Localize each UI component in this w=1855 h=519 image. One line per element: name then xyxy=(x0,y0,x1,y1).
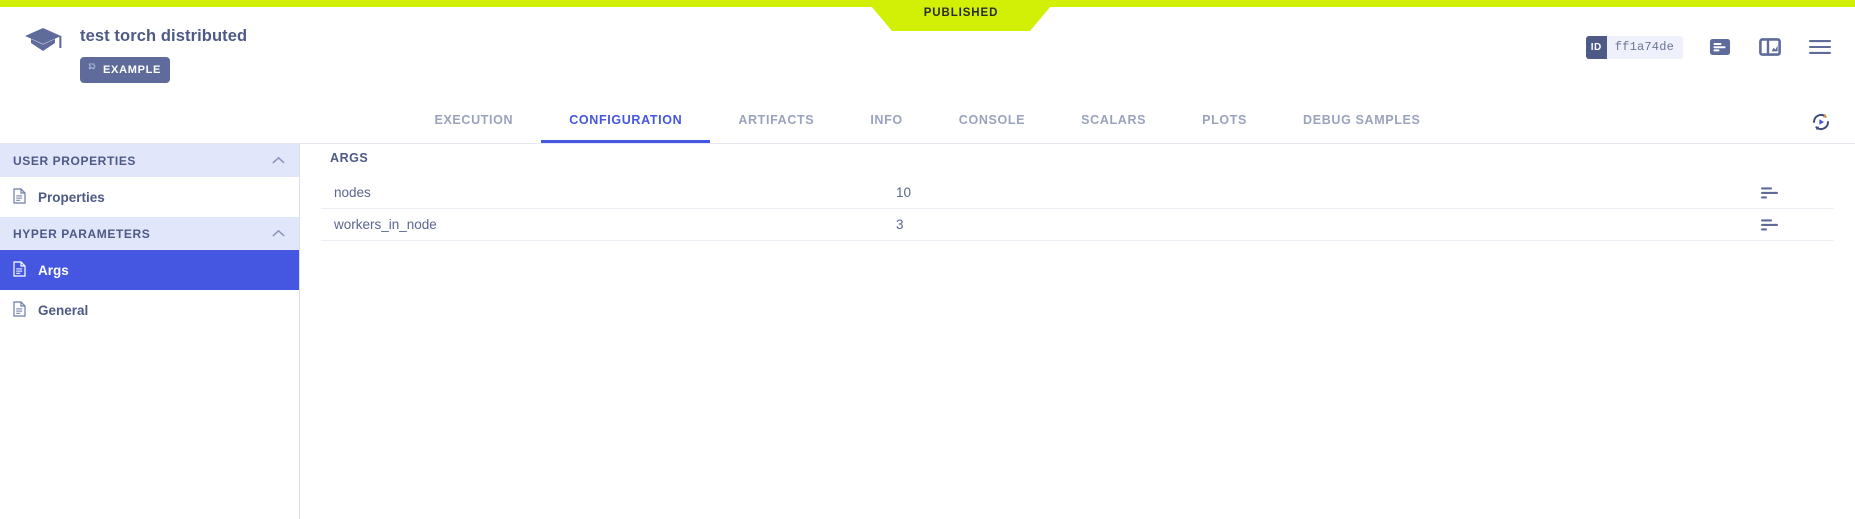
section-header-user-properties[interactable]: USER PROPERTIES xyxy=(0,144,299,177)
section-header-hyper-parameters[interactable]: HYPER PARAMETERS xyxy=(0,217,299,250)
tab-debug-samples[interactable]: DEBUG SAMPLES xyxy=(1275,100,1449,143)
chevron-up-icon[interactable] xyxy=(272,225,285,243)
tab-console[interactable]: CONSOLE xyxy=(931,100,1053,143)
task-id-tag: ID xyxy=(1585,35,1607,59)
sidebar-item-args[interactable]: Args xyxy=(0,250,299,290)
configuration-main-panel: ARGS nodes 10 workers_in_node 3 xyxy=(301,144,1855,519)
brand-block: test torch distributed EXAMPLE xyxy=(22,21,247,83)
tab-configuration[interactable]: CONFIGURATION xyxy=(541,100,711,143)
graduation-cap-icon xyxy=(22,21,64,63)
tab-list: EXECUTION CONFIGURATION ARTIFACTS INFO C… xyxy=(0,100,1855,143)
puzzle-piece-icon xyxy=(87,61,98,79)
page-header: test torch distributed EXAMPLE ID ff1a74… xyxy=(0,7,1855,100)
section-title-user-properties: USER PROPERTIES xyxy=(13,153,137,168)
task-id-value: ff1a74de xyxy=(1614,40,1674,54)
tab-info[interactable]: INFO xyxy=(842,100,930,143)
tab-artifacts[interactable]: ARTIFACTS xyxy=(710,100,842,143)
document-icon xyxy=(13,300,26,320)
tab-scalars[interactable]: SCALARS xyxy=(1053,100,1174,143)
sidebar-item-general-label: General xyxy=(38,302,89,318)
sidebar-item-properties-label: Properties xyxy=(38,189,105,205)
table-row[interactable]: workers_in_node 3 xyxy=(321,209,1834,241)
tab-bar: EXECUTION CONFIGURATION ARTIFACTS INFO C… xyxy=(0,100,1855,144)
sidebar-item-general[interactable]: General xyxy=(0,290,299,330)
log-panel-icon[interactable] xyxy=(1707,35,1733,59)
arg-value: 3 xyxy=(896,217,904,232)
chevron-up-icon[interactable] xyxy=(272,152,285,170)
section-title-hyper-parameters: HYPER PARAMETERS xyxy=(13,226,151,241)
args-section-title: ARGS xyxy=(330,151,369,165)
plot-panel-icon[interactable] xyxy=(1757,35,1783,59)
bar-list-icon[interactable] xyxy=(1754,218,1834,232)
tab-execution[interactable]: EXECUTION xyxy=(406,100,541,143)
task-id-chip[interactable]: ID ff1a74de xyxy=(1585,35,1683,59)
configuration-sidebar: USER PROPERTIES Properties HYPER PARAMET… xyxy=(0,144,300,519)
sidebar-item-args-label: Args xyxy=(38,262,69,278)
sidebar-item-properties[interactable]: Properties xyxy=(0,177,299,217)
title-column: test torch distributed EXAMPLE xyxy=(80,21,247,83)
example-badge[interactable]: EXAMPLE xyxy=(80,57,171,83)
table-row[interactable]: nodes 10 xyxy=(321,177,1834,209)
arg-key: nodes xyxy=(334,185,371,200)
example-badge-label: EXAMPLE xyxy=(103,64,162,76)
arg-key: workers_in_node xyxy=(334,217,437,232)
auto-refresh-icon[interactable] xyxy=(1809,110,1833,134)
tab-plots[interactable]: PLOTS xyxy=(1174,100,1275,143)
document-icon xyxy=(13,187,26,207)
header-actions: ID ff1a74de xyxy=(1585,35,1833,59)
document-icon xyxy=(13,260,26,280)
page-title: test torch distributed xyxy=(80,27,248,45)
arg-value: 10 xyxy=(896,185,912,200)
args-table: nodes 10 workers_in_node 3 xyxy=(321,177,1834,241)
bar-list-icon[interactable] xyxy=(1754,186,1834,200)
hamburger-menu-icon[interactable] xyxy=(1807,35,1833,59)
